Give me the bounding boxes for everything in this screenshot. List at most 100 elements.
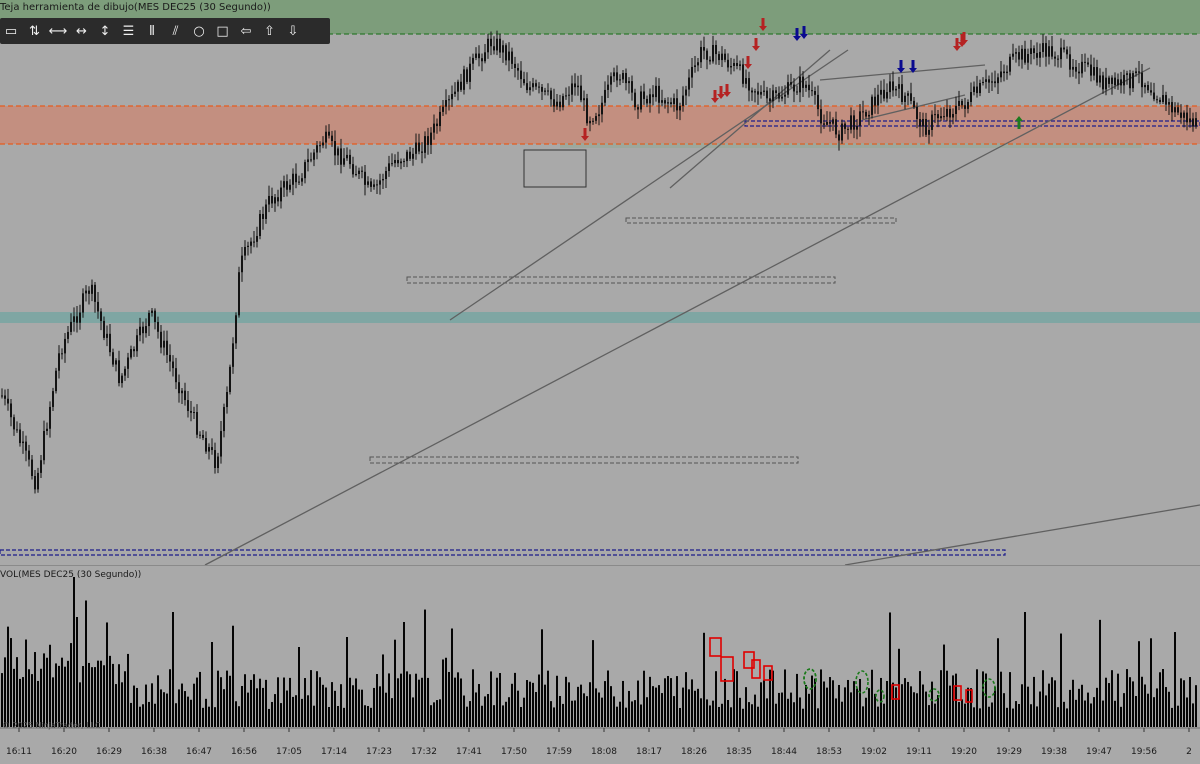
volume-bar [199, 671, 201, 727]
rectangle-icon[interactable]: □ [212, 18, 234, 44]
blue-down-arrow [897, 60, 905, 73]
candle-body [1069, 54, 1071, 70]
candle-body [793, 84, 795, 92]
volume-bar [811, 675, 813, 727]
channel-icon[interactable]: ⫽ [165, 18, 187, 44]
arrow-down-icon[interactable]: ⇩ [282, 18, 304, 44]
volume-bar [607, 670, 609, 727]
chart-canvas[interactable]: 16:11 16:20 16:29 16:38 16:47 16:56 17:05 17:14… [0, 0, 1200, 760]
volume-bar [145, 684, 147, 727]
candle-body [172, 361, 174, 369]
volume-bar [706, 699, 708, 727]
candle-body [853, 115, 855, 130]
volume-bar [184, 691, 186, 727]
candle-body [451, 93, 453, 100]
volume-bar [238, 706, 240, 727]
volume-bar [937, 695, 939, 727]
volume-bar [136, 687, 138, 727]
navy-box-lower [0, 549, 1006, 556]
volume-bar [322, 684, 324, 727]
candle-body [313, 152, 315, 160]
candle-body [388, 163, 390, 171]
candle-body [670, 102, 672, 104]
volume-bar [262, 687, 264, 727]
volume-bar [169, 669, 171, 727]
volume-bar [535, 692, 537, 727]
volume-bar [187, 696, 189, 727]
volume-bar [430, 705, 432, 727]
candle-body [880, 89, 882, 95]
candle-body [814, 91, 816, 95]
volume-bar [940, 670, 942, 727]
volume-bar [277, 677, 279, 727]
vertical-lines-icon[interactable]: ⦀ [141, 18, 163, 44]
volume-bar [856, 688, 858, 727]
candle-body [106, 333, 108, 338]
candle-body [433, 123, 435, 133]
volume-bar [70, 643, 72, 727]
volume-bar [1024, 612, 1026, 727]
candle-body [256, 236, 258, 242]
candle-body [1093, 67, 1095, 76]
volume-bar [271, 701, 273, 727]
ruler-icon[interactable]: ▭ [0, 18, 22, 44]
volume-bar [163, 692, 165, 727]
volume-bar [1132, 681, 1134, 727]
vertical-line-icon[interactable]: ↕ [94, 18, 116, 44]
candle-body [364, 171, 366, 185]
volume-bar [583, 693, 585, 727]
red-volume-box [709, 637, 722, 657]
candle-body [319, 145, 321, 147]
volume-bar [694, 690, 696, 727]
volume-bar [115, 684, 117, 727]
time-tick-label: 16:56 [231, 747, 257, 757]
volume-bar [862, 706, 864, 727]
candle-body [1108, 77, 1110, 84]
horizontal-lines-icon[interactable]: ☰ [118, 18, 140, 44]
volume-bar [844, 687, 846, 727]
volume-bar [31, 674, 33, 727]
price-chart[interactable]: 16:11 16:20 16:29 16:38 16:47 16:56 17:05 17:14… [0, 0, 1200, 760]
arrow-line-icon[interactable]: ⇦ [235, 18, 257, 44]
candle-body [898, 84, 900, 89]
candle-body [193, 412, 195, 414]
candle-body [772, 90, 774, 102]
volume-bar [328, 706, 330, 727]
volume-bar [82, 666, 84, 727]
candle-body [640, 91, 642, 110]
candle-body [307, 159, 309, 163]
candle-body [790, 82, 792, 85]
volume-bar [805, 684, 807, 727]
volume-bar [931, 681, 933, 727]
line-icon[interactable]: ⟷ [47, 18, 69, 44]
ray-icon[interactable]: ↔ [71, 18, 93, 44]
volume-bar [1159, 672, 1161, 727]
candle-body [679, 105, 681, 111]
volume-bar [634, 700, 636, 727]
candle-body [988, 79, 990, 83]
candle-body [484, 52, 486, 62]
volume-bar [718, 706, 720, 727]
volume-bar [1066, 708, 1068, 727]
ellipse-icon[interactable]: ○ [188, 18, 210, 44]
candle-body [559, 101, 561, 108]
volume-bar [568, 682, 570, 727]
time-tick-label: 19:29 [996, 747, 1022, 757]
arrow-up-icon[interactable]: ⇧ [259, 18, 281, 44]
candle-body [664, 100, 666, 104]
volume-bar [1051, 677, 1053, 727]
candle-body [499, 38, 501, 53]
volume-bar [292, 696, 294, 727]
volume-bar [589, 682, 591, 727]
candle-body [349, 154, 351, 165]
volume-bar [190, 699, 192, 727]
volume-bar [304, 678, 306, 727]
volume-bar [853, 681, 855, 727]
candle-body [910, 93, 912, 101]
volume-bar [835, 698, 837, 727]
risk-reward-icon[interactable]: ⇅ [24, 18, 46, 44]
candle-body [40, 460, 42, 473]
volume-bar [808, 693, 810, 727]
candle-body [691, 66, 693, 78]
candle-body [964, 105, 966, 109]
